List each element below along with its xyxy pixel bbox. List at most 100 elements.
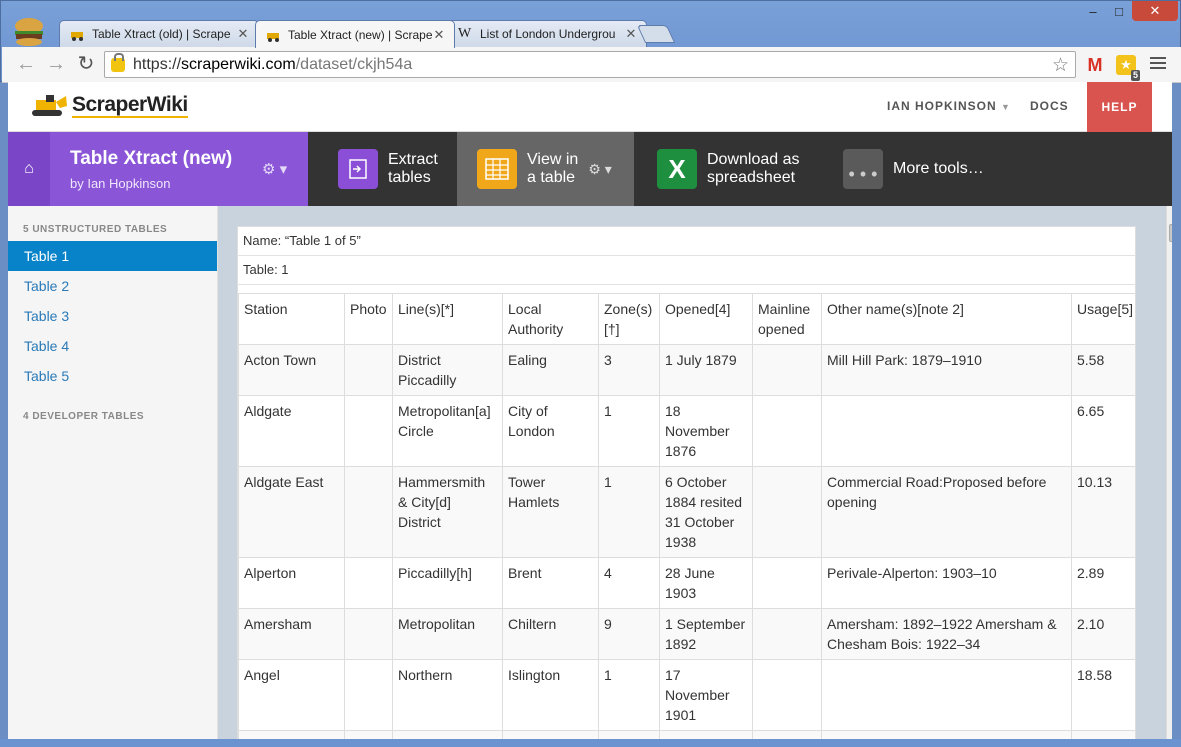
scraperwiki-logo[interactable]: ScraperWiki (30, 92, 188, 118)
table-cell: 10.13 (1071, 466, 1135, 558)
minimize-icon[interactable]: – (1080, 1, 1106, 21)
table-cell: 6.65 (1071, 395, 1135, 467)
table-cell (752, 557, 822, 609)
table-cell: Archway Tavern:Proposed before (821, 730, 1072, 739)
table-cell: Tower Hamlets (502, 466, 599, 558)
scroll-thumb[interactable] (1169, 224, 1172, 242)
table-cell: 2.10 (1071, 608, 1135, 660)
tab-table-xtract-old[interactable]: Table Xtract (old) | Scrape ✕ (59, 20, 259, 47)
burger-app-icon[interactable] (13, 17, 45, 47)
table-cell: Perivale-Alperton: 1903–10 (821, 557, 1072, 609)
tab-table-xtract-new[interactable]: Table Xtract (new) | Scrape ✕ (255, 20, 455, 48)
table-cell (752, 466, 822, 558)
vertical-scrollbar[interactable]: ▲ ▼ (1166, 206, 1172, 739)
browser-window: Table Xtract (old) | Scrape ✕ Table Xtra… (0, 0, 1181, 83)
tool-view-in-table[interactable]: View in a table ⚙ ▾ (457, 132, 634, 206)
table-cell: 2 &3 (598, 730, 660, 739)
table-cell: Angel (238, 659, 345, 731)
table-cell: Brent (502, 557, 599, 609)
column-header: Other name(s)[note 2] (821, 293, 1072, 345)
view-settings-gear-icon[interactable]: ⚙ ▾ (588, 160, 611, 178)
table-cell: Aldgate East (238, 466, 345, 558)
column-header: Zone(s)[†] (598, 293, 660, 345)
table-cell: 3 (598, 344, 660, 396)
window-controls: – □ ✕ (1080, 1, 1178, 21)
table-cell (821, 395, 1072, 467)
table-row: Angel Northern Islington 1 17 November 1901 1… (238, 659, 1135, 731)
url-text: https://scraperwiki.com/dataset/ckjh54a (133, 55, 413, 73)
forward-arrow-icon[interactable]: → (44, 53, 68, 77)
column-header: Opened[4] (659, 293, 753, 345)
table-name: Name: “Table 1 of 5” (238, 227, 1135, 256)
sidebar-section-developer: 4 DEVELOPER TABLES (23, 411, 145, 422)
table-cell (752, 730, 822, 739)
table-cell (752, 659, 822, 731)
table-cell (344, 730, 393, 739)
sidebar-item-table-2[interactable]: Table 2 (8, 271, 217, 301)
extract-tables-icon (338, 149, 378, 189)
table-cell: Northern (392, 730, 503, 739)
site-header: ScraperWiki IAN HOPKINSON ▼ DOCS HELP (8, 82, 1172, 132)
dataset-toolbar: ⌂ Table Xtract (new) by Ian Hopkinson ⚙ … (8, 132, 1172, 206)
table-cell (752, 395, 822, 467)
home-icon[interactable]: ⌂ (8, 132, 50, 206)
tool-download-spreadsheet[interactable]: X Download as spreadsheet (657, 132, 800, 206)
table-cell: Mill Hill Park: 1879–1910 (821, 344, 1072, 396)
excel-icon: X (657, 149, 697, 189)
table-cell: Northern (392, 659, 503, 731)
sidebar: 5 UNSTRUCTURED TABLES Table 1 Table 2 Ta… (8, 206, 218, 739)
table-cell (752, 608, 822, 660)
table-cell: Alperton (238, 557, 345, 609)
close-tab-icon[interactable]: ✕ (432, 27, 446, 43)
table-cell: Amersham: 1892–1922 Amersham & Chesham B… (821, 608, 1072, 660)
column-header: Mainline opened (752, 293, 822, 345)
browser-menu-icon[interactable] (1150, 54, 1166, 72)
bookmark-star-icon[interactable]: ☆ (1052, 54, 1069, 77)
table-cell: Piccadilly[h] (392, 557, 503, 609)
caret-down-icon: ▼ (1001, 102, 1011, 112)
maximize-icon[interactable]: □ (1106, 1, 1132, 21)
address-bar[interactable]: https://scraperwiki.com/dataset/ckjh54a … (104, 51, 1076, 78)
gmail-icon[interactable]: M (1085, 55, 1105, 75)
column-header: Photo (344, 293, 393, 345)
column-header: Station (238, 293, 345, 345)
sidebar-item-table-5[interactable]: Table 5 (8, 361, 217, 391)
docs-link[interactable]: DOCS (1030, 99, 1069, 113)
close-tab-icon[interactable]: ✕ (236, 26, 250, 42)
table-grid-icon (477, 149, 517, 189)
tab-london-underground[interactable]: W List of London Undergrou ✕ (447, 20, 647, 47)
user-menu[interactable]: IAN HOPKINSON ▼ (887, 99, 1011, 113)
table-cell: Commercial Road:Proposed before opening (821, 466, 1072, 558)
sidebar-section-unstructured: 5 UNSTRUCTURED TABLES (23, 224, 168, 235)
tool-more-tools[interactable]: • • • More tools… (843, 132, 984, 206)
sidebar-item-table-4[interactable]: Table 4 (8, 331, 217, 361)
tool-extract-tables[interactable]: Extract tables (338, 132, 438, 206)
table-row: Alperton Piccadilly[h] Brent 4 28 June 1903 P… (238, 557, 1135, 609)
extension-badge-icon[interactable]: ★ 5 (1116, 55, 1140, 81)
table-cell: 1 (598, 466, 660, 558)
back-arrow-icon[interactable]: ← (14, 53, 38, 77)
scroll-down-icon[interactable]: ▼ (1167, 723, 1172, 739)
table-cell: Metropolitan (392, 608, 503, 660)
table-cell: 4 (598, 557, 660, 609)
table-cell: Hammersmith & City[d] District (392, 466, 503, 558)
sidebar-item-table-3[interactable]: Table 3 (8, 301, 217, 331)
sidebar-item-table-1[interactable]: Table 1 (8, 241, 217, 271)
more-dots-icon: • • • (843, 149, 883, 189)
table-cell: 18.58 (1071, 659, 1135, 731)
dataset-settings-gear-icon[interactable]: ⚙ ▾ (262, 160, 287, 178)
reload-icon[interactable]: ↻ (74, 53, 98, 77)
digger-logo-icon (32, 95, 67, 116)
table-cell: District Piccadilly (392, 344, 503, 396)
table-cell: Chiltern (502, 608, 599, 660)
dataset-title[interactable]: Table Xtract (new) (70, 148, 232, 170)
table-cell: 22 June (659, 730, 753, 739)
close-tab-icon[interactable]: ✕ (624, 26, 638, 42)
table-cell: Aldgate (238, 395, 345, 467)
table-cell: 8.06 (1071, 730, 1135, 739)
close-window-icon[interactable]: ✕ (1132, 1, 1178, 21)
help-button[interactable]: HELP (1087, 82, 1152, 132)
table-cell (344, 557, 393, 609)
table-cell (344, 395, 393, 467)
scroll-up-icon[interactable]: ▲ (1167, 206, 1172, 222)
